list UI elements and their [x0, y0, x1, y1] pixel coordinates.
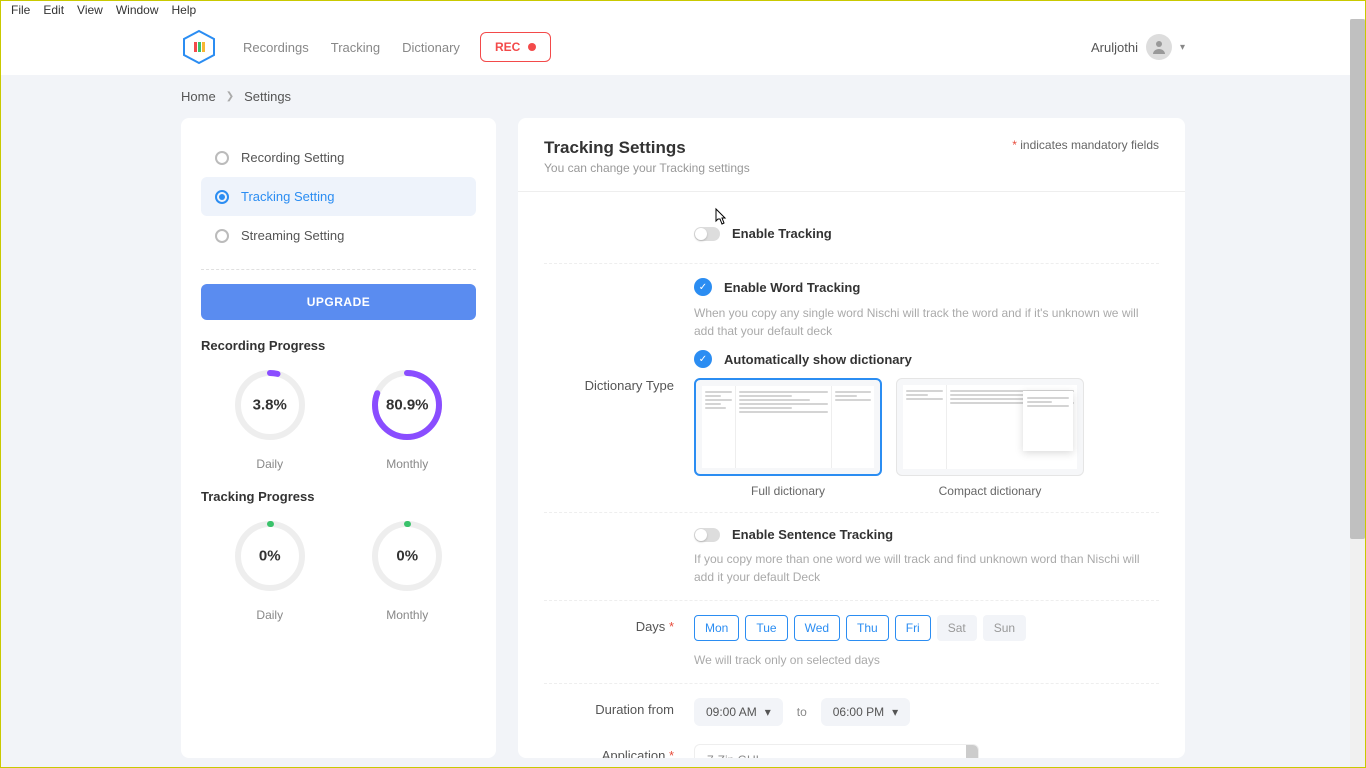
user-menu[interactable]: Aruljothi ▾ — [1091, 34, 1185, 60]
mandatory-note: * indicates mandatory fields — [1012, 138, 1159, 152]
progress-value: 0% — [259, 548, 281, 565]
nav-links: Recordings Tracking Dictionary — [243, 40, 460, 55]
enable-word-tracking-label: Enable Word Tracking — [724, 280, 860, 295]
day-sun[interactable]: Sun — [983, 615, 1026, 641]
sidebar-item-label: Streaming Setting — [241, 228, 344, 243]
record-dot-icon — [528, 43, 536, 51]
time-to-select[interactable]: 06:00 PM ▾ — [821, 698, 910, 726]
day-sat[interactable]: Sat — [937, 615, 977, 641]
radio-icon — [215, 151, 229, 165]
dictionary-option-label: Full dictionary — [694, 484, 882, 498]
sidebar-item-streaming[interactable]: Streaming Setting — [201, 216, 476, 255]
time-from-value: 09:00 AM — [706, 705, 757, 719]
settings-sidebar: Recording Setting Tracking Setting Strea… — [181, 118, 496, 758]
nav-dictionary[interactable]: Dictionary — [402, 40, 460, 55]
nav-recordings[interactable]: Recordings — [243, 40, 309, 55]
radio-icon — [215, 229, 229, 243]
progress-track-monthly: 0% Monthly — [367, 516, 447, 622]
menu-help[interactable]: Help — [167, 3, 202, 17]
menu-file[interactable]: File — [6, 3, 35, 17]
progress-value: 80.9% — [386, 397, 429, 414]
breadcrumb-current: Settings — [244, 89, 291, 104]
page-scrollbar[interactable] — [1350, 19, 1365, 767]
progress-rec-daily: 3.8% Daily — [230, 365, 310, 471]
day-thu[interactable]: Thu — [846, 615, 889, 641]
days-help: We will track only on selected days — [694, 651, 1159, 669]
chevron-down-icon: ▾ — [1180, 42, 1185, 53]
breadcrumb-home[interactable]: Home — [181, 89, 216, 104]
dictionary-option-compact[interactable]: Compact dictionary — [896, 378, 1084, 498]
auto-dictionary-checkbox[interactable]: ✓ — [694, 350, 712, 368]
sidebar-item-label: Recording Setting — [241, 150, 344, 165]
recording-progress-label: Recording Progress — [201, 338, 476, 353]
radio-icon — [215, 190, 229, 204]
progress-value: 3.8% — [253, 397, 287, 414]
panel-subtitle: You can change your Tracking settings — [544, 161, 750, 175]
navbar: Recordings Tracking Dictionary REC Arulj… — [1, 19, 1365, 75]
progress-label: Monthly — [367, 608, 447, 622]
progress-value: 0% — [396, 548, 418, 565]
menu-edit[interactable]: Edit — [38, 3, 69, 17]
sidebar-item-tracking[interactable]: Tracking Setting — [201, 177, 476, 216]
day-mon[interactable]: Mon — [694, 615, 739, 641]
auto-dictionary-label: Automatically show dictionary — [724, 352, 912, 367]
app-list-scrollbar[interactable] — [966, 745, 978, 758]
app-item[interactable]: 7-Zip GUI — [695, 745, 978, 758]
menu-window[interactable]: Window — [111, 3, 164, 17]
word-tracking-help: When you copy any single word Nischi wil… — [694, 304, 1159, 340]
day-fri[interactable]: Fri — [895, 615, 931, 641]
chevron-down-icon: ▾ — [765, 705, 771, 719]
day-wed[interactable]: Wed — [794, 615, 840, 641]
avatar-icon — [1146, 34, 1172, 60]
to-label: to — [797, 705, 807, 719]
duration-label: Duration from — [544, 698, 674, 717]
tracking-progress-label: Tracking Progress — [201, 489, 476, 504]
time-to-value: 06:00 PM — [833, 705, 884, 719]
progress-track-daily: 0% Daily — [230, 516, 310, 622]
days-selector: Mon Tue Wed Thu Fri Sat Sun — [694, 615, 1159, 641]
application-label: Application * — [544, 744, 674, 758]
user-name: Aruljothi — [1091, 40, 1138, 55]
day-tue[interactable]: Tue — [745, 615, 787, 641]
enable-sentence-toggle[interactable] — [694, 528, 720, 542]
menubar: File Edit View Window Help — [1, 1, 1365, 19]
enable-tracking-label: Enable Tracking — [732, 226, 832, 241]
upgrade-button[interactable]: UPGRADE — [201, 284, 476, 320]
days-label: Days * — [544, 615, 674, 634]
application-list[interactable]: 7-Zip GUI Advanced System Settings Appli… — [694, 744, 979, 758]
nav-tracking[interactable]: Tracking — [331, 40, 380, 55]
enable-sentence-label: Enable Sentence Tracking — [732, 527, 893, 542]
sidebar-item-recording[interactable]: Recording Setting — [201, 138, 476, 177]
main-panel: Tracking Settings You can change your Tr… — [518, 118, 1185, 758]
enable-tracking-toggle[interactable] — [694, 227, 720, 241]
record-button[interactable]: REC — [480, 32, 551, 62]
breadcrumb: Home ❯ Settings — [1, 75, 1365, 118]
sentence-help: If you copy more than one word we will t… — [694, 550, 1159, 586]
chevron-right-icon: ❯ — [226, 91, 234, 102]
scrollbar-thumb[interactable] — [1350, 19, 1365, 539]
panel-title: Tracking Settings — [544, 138, 750, 158]
app-logo[interactable] — [181, 29, 217, 65]
menu-view[interactable]: View — [72, 3, 108, 17]
dictionary-option-label: Compact dictionary — [896, 484, 1084, 498]
enable-word-tracking-checkbox[interactable]: ✓ — [694, 278, 712, 296]
dictionary-type-label: Dictionary Type — [544, 278, 674, 393]
progress-label: Monthly — [367, 457, 447, 471]
chevron-down-icon: ▾ — [892, 705, 898, 719]
dictionary-option-full[interactable]: Full dictionary — [694, 378, 882, 498]
sidebar-item-label: Tracking Setting — [241, 189, 334, 204]
progress-rec-monthly: 80.9% Monthly — [367, 365, 447, 471]
time-from-select[interactable]: 09:00 AM ▾ — [694, 698, 783, 726]
progress-label: Daily — [230, 457, 310, 471]
record-label: REC — [495, 40, 520, 54]
progress-label: Daily — [230, 608, 310, 622]
